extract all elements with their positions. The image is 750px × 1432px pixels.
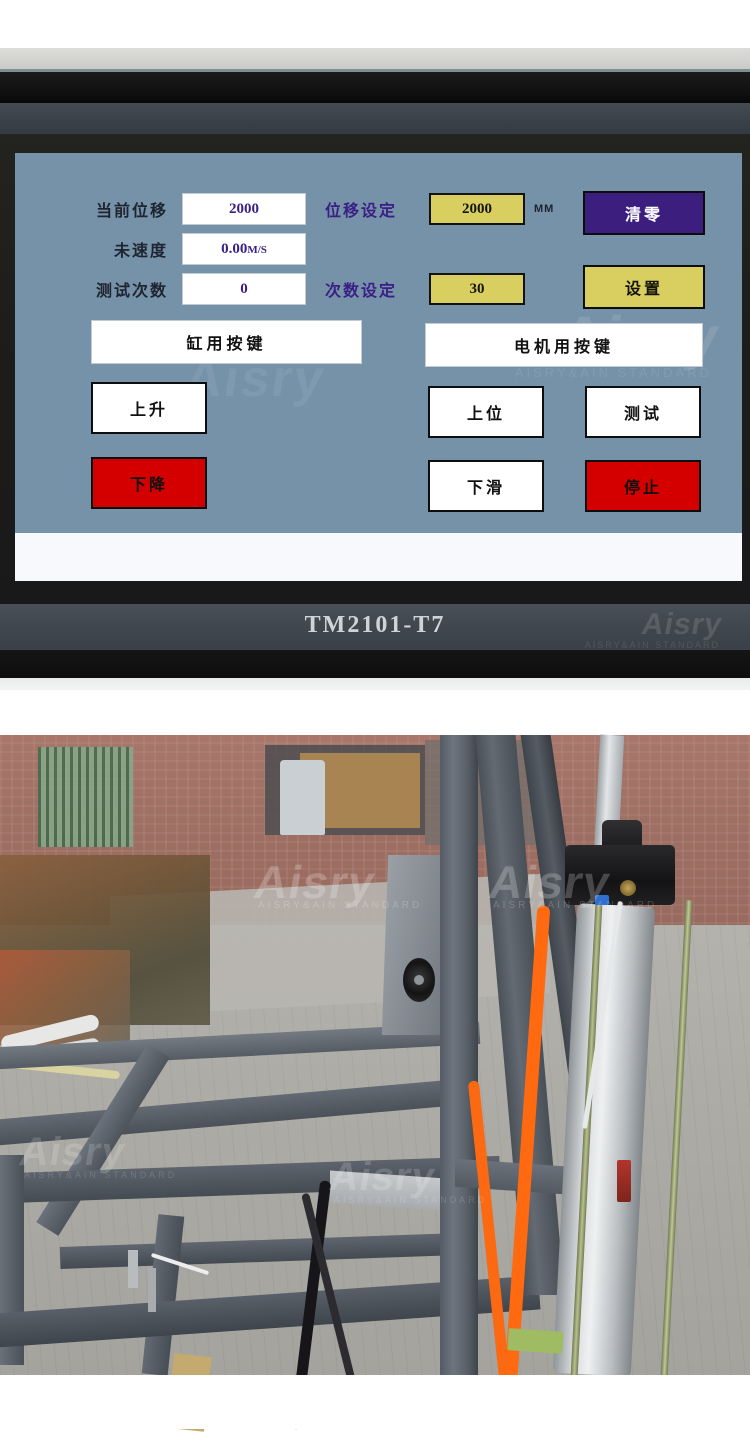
set-button[interactable]: 设置 [583,265,705,309]
button-slide-down[interactable]: 下滑 [428,460,544,512]
label-speed: 未速度 [113,243,168,260]
readout-speed-value: 0.00 [221,241,248,257]
device-model-label: TM2101-T7 [304,612,446,638]
readout-speed-unit: M/S [247,244,267,256]
green-mesh-panel [38,747,133,847]
photo-watermark-lower-left-sub: AISRY&AIN STANDARD [24,1170,178,1180]
readout-row-speed: 未速度 0.00M/S [60,233,306,265]
brand-logo-watermark: Aisry [639,608,725,641]
white-bin [280,760,325,835]
button-lower[interactable]: 下降 [91,457,207,509]
anchor-bolt-left [128,1250,138,1288]
group-header-cylinder: 缸用按键 [91,320,362,364]
hmi-device-photo: Aisry AISRY&AIN STANDARD Aisry 当前位移 2000… [0,0,750,735]
setting-row-count: 次数设定 30 [325,273,525,305]
unit-displacement-mm: MM [534,203,555,215]
sensor-lens-highlight [414,975,424,985]
readout-row-test-count: 测试次数 0 [60,273,306,305]
anchor-bolt-right [148,1268,156,1312]
brand-logo-watermark-sub: AISRY&AIN STANDARD [584,640,720,650]
photo-watermark-left-sub: AISRY&AIN STANDARD [258,900,423,911]
hmi-screen: Aisry AISRY&AIN STANDARD Aisry 当前位移 2000… [15,153,742,581]
product-detail-page: Aisry AISRY&AIN STANDARD Aisry 当前位移 2000… [0,0,750,1432]
device-bezel-bottom [0,650,750,680]
setting-row-displacement: 位移设定 2000 MM [325,193,554,225]
photo-watermark-lower-center-sub: AISRY&AIN STANDARD [334,1195,488,1205]
red-label-sticker [617,1160,631,1202]
button-test[interactable]: 测试 [585,386,701,438]
cylinder-bracket-screw [620,880,636,896]
machine-vertical-post [440,735,478,1375]
device-bezel-top [0,72,750,105]
brand-watermark-screen-sub: AISRY&AIN STANDARD [514,365,712,380]
readout-speed: 0.00M/S [182,233,306,265]
clear-zero-button[interactable]: 清零 [583,191,705,235]
hmi-status-bar [15,533,742,581]
readout-test-count: 0 [182,273,306,305]
label-test-count: 测试次数 [95,283,168,300]
green-circuit-block [507,1328,564,1354]
label-count-setting: 次数设定 [325,283,398,300]
group-header-motor: 电机用按键 [425,323,703,367]
input-displacement-setting[interactable]: 2000 [429,193,525,225]
photo-watermark-right-sub: AISRY&AIN STANDARD [493,900,658,911]
label-displacement-setting: 位移设定 [325,203,398,220]
section-gap [0,690,750,735]
label-current-displacement: 当前位移 [95,203,168,220]
desk-edge [0,48,750,70]
readout-current-displacement: 2000 [182,193,306,225]
readout-row-displacement: 当前位移 2000 [60,193,306,225]
cylinder-mounting-bracket [565,845,675,905]
button-stop[interactable]: 停止 [585,460,701,512]
input-count-setting[interactable]: 30 [429,273,525,305]
device-bezel-grey-strip [0,103,750,137]
button-upper-position[interactable]: 上位 [428,386,544,438]
page-bottom-margin [0,1375,750,1429]
button-raise[interactable]: 上升 [91,382,207,434]
